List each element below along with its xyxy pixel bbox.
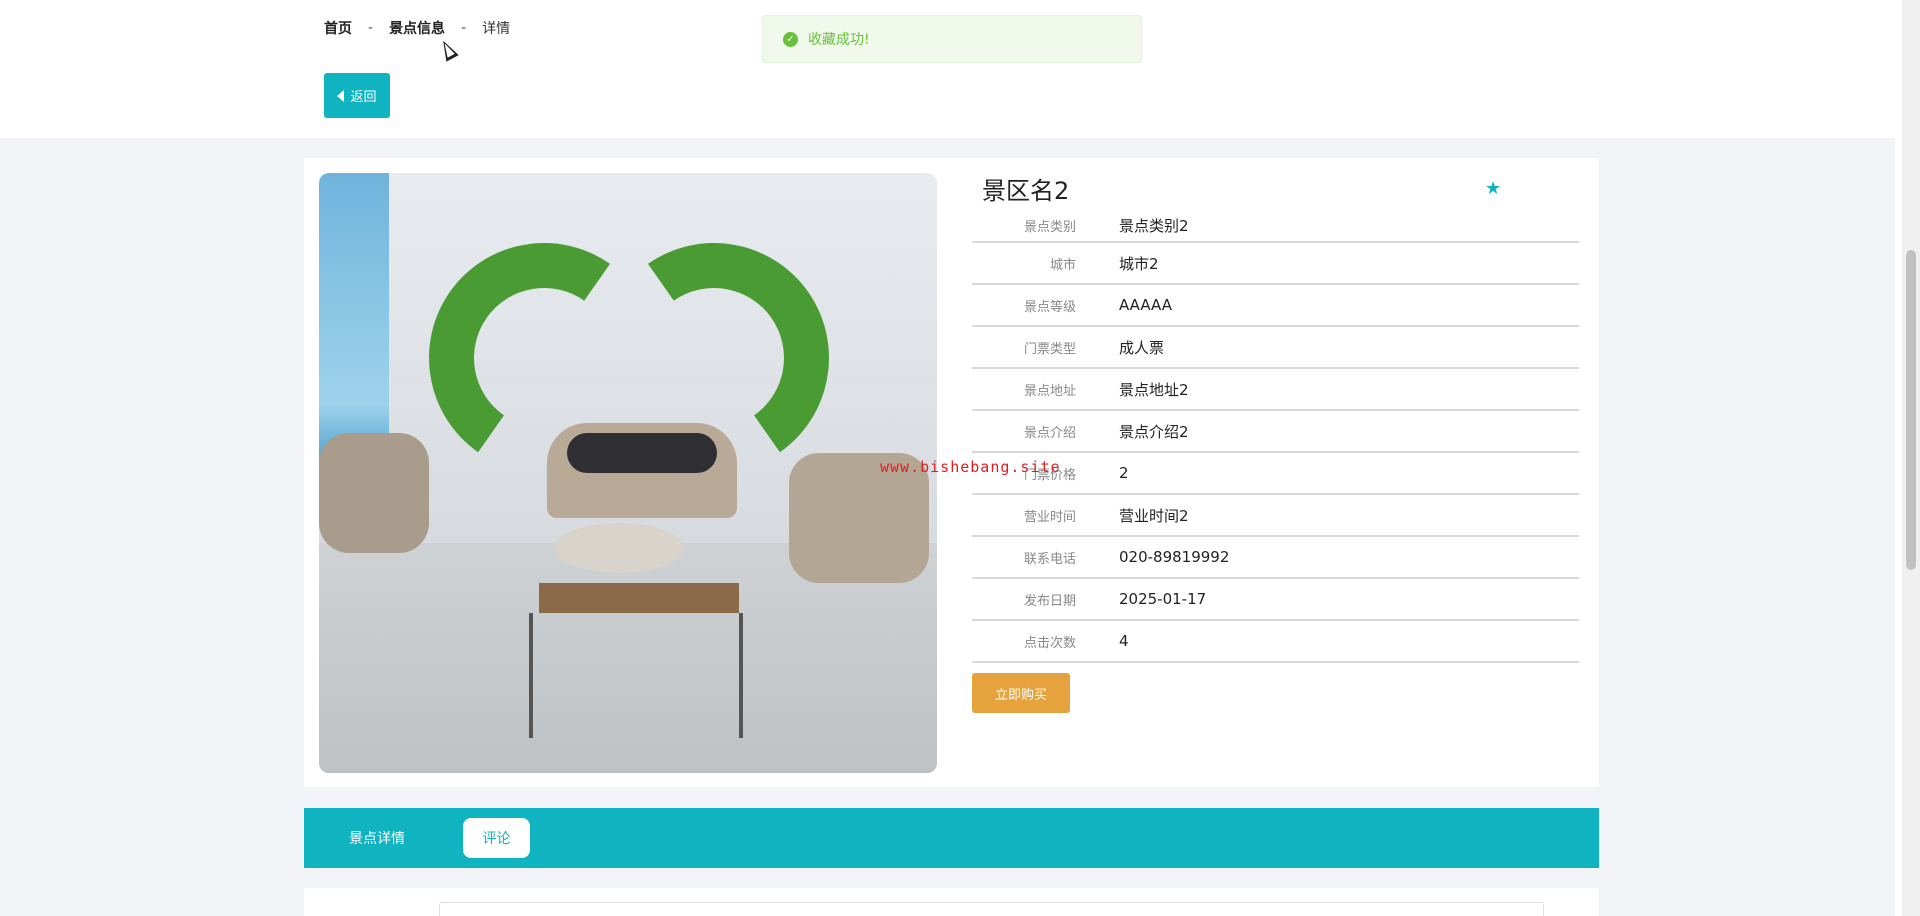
spot-field-label: 景点等级	[1023, 299, 1076, 315]
spot-field-row: 点击次数 4	[972, 621, 1579, 663]
spot-field-value: 2025-01-17	[1119, 590, 1207, 608]
spot-field-list: 景点类别 景点类别2 城市 城市2 景点等级 AAAAA 门票类型 成人票 景点地址 景点地址2 景…	[972, 209, 1579, 663]
spot-field-label: 门票类型	[1023, 341, 1076, 357]
spot-field-value: 营业时间2	[1119, 506, 1189, 525]
spot-field-label: 发布日期	[1023, 593, 1076, 609]
comment-input[interactable]	[439, 902, 1544, 916]
photo-table	[554, 523, 684, 573]
spot-field-row: 景点介绍 景点介绍2	[972, 411, 1579, 453]
spot-field-label: 点击次数	[1023, 635, 1076, 651]
buy-now-button[interactable]: 立即购买	[972, 673, 1070, 713]
breadcrumb-separator: -	[368, 20, 374, 36]
spot-info: 景区名2 景点类别 景点类别2 城市 城市2 景点等级 AAAAA 门票类型 成人票 景点地址景…	[972, 173, 1579, 713]
spot-field-label: 营业时间	[1023, 509, 1076, 525]
spot-field-value: 景点类别2	[1119, 216, 1189, 235]
spot-field-value: 景点地址2	[1119, 380, 1189, 399]
spot-field-label: 联系电话	[1023, 551, 1076, 567]
spot-field-value: 4	[1119, 632, 1129, 650]
spot-field-row: 发布日期 2025-01-17	[972, 579, 1579, 621]
vertical-scrollbar[interactable]	[1902, 0, 1920, 916]
spot-field-row: 营业时间 营业时间2	[972, 495, 1579, 537]
page-right-edge	[1895, 0, 1902, 916]
spot-field-row: 门票类型 成人票	[972, 327, 1579, 369]
photo-bench	[539, 583, 739, 613]
spot-field-value: 020-89819992	[1119, 548, 1230, 566]
star-icon[interactable]: ★	[1485, 178, 1501, 199]
spot-field-value: 成人票	[1119, 338, 1165, 357]
watermark: www.bishebang.site	[880, 458, 1061, 476]
breadcrumb-section[interactable]: 景点信息	[389, 18, 445, 38]
breadcrumb-home[interactable]: 首页	[324, 18, 352, 38]
comment-area	[304, 888, 1599, 916]
spot-field-value: 城市2	[1119, 254, 1159, 273]
tab-comments[interactable]: 评论	[463, 818, 530, 858]
spot-field-row: 联系电话 020-89819992	[972, 537, 1579, 579]
spot-field-label: 景点类别	[1023, 219, 1076, 235]
spot-field-value: 2	[1119, 464, 1129, 482]
spot-field-value: 景点介绍2	[1119, 422, 1189, 441]
photo-sofa	[547, 423, 737, 518]
spot-field-label: 城市	[1049, 257, 1076, 273]
spot-field-row: 门票价格 2	[972, 453, 1579, 495]
toast-message: 收藏成功!	[808, 32, 870, 48]
success-toast: ✓ 收藏成功!	[762, 15, 1142, 63]
spot-field-row: 景点地址 景点地址2	[972, 369, 1579, 411]
tab-spot-detail[interactable]: 景点详情	[344, 818, 410, 858]
photo-chair-left	[319, 433, 429, 553]
back-button[interactable]: 返回	[324, 73, 390, 118]
caret-left-icon	[337, 89, 345, 102]
spot-field-row: 景点等级 AAAAA	[972, 285, 1579, 327]
spot-field-label: 景点介绍	[1023, 425, 1076, 441]
scrollbar-thumb[interactable]	[1906, 250, 1916, 570]
spot-photo	[319, 173, 937, 773]
back-button-label: 返回	[350, 90, 377, 105]
spot-field-row: 景点类别 景点类别2	[972, 209, 1579, 243]
tabs-bar: 景点详情 评论	[304, 808, 1599, 868]
spot-field-row: 城市 城市2	[972, 243, 1579, 285]
breadcrumb: 首页 - 景点信息 - 详情	[324, 18, 510, 38]
breadcrumb-current: 详情	[482, 21, 511, 37]
spot-field-value: AAAAA	[1119, 296, 1172, 314]
success-check-icon: ✓	[783, 31, 798, 47]
breadcrumb-separator: -	[461, 20, 467, 36]
spot-field-label: 景点地址	[1023, 383, 1076, 399]
